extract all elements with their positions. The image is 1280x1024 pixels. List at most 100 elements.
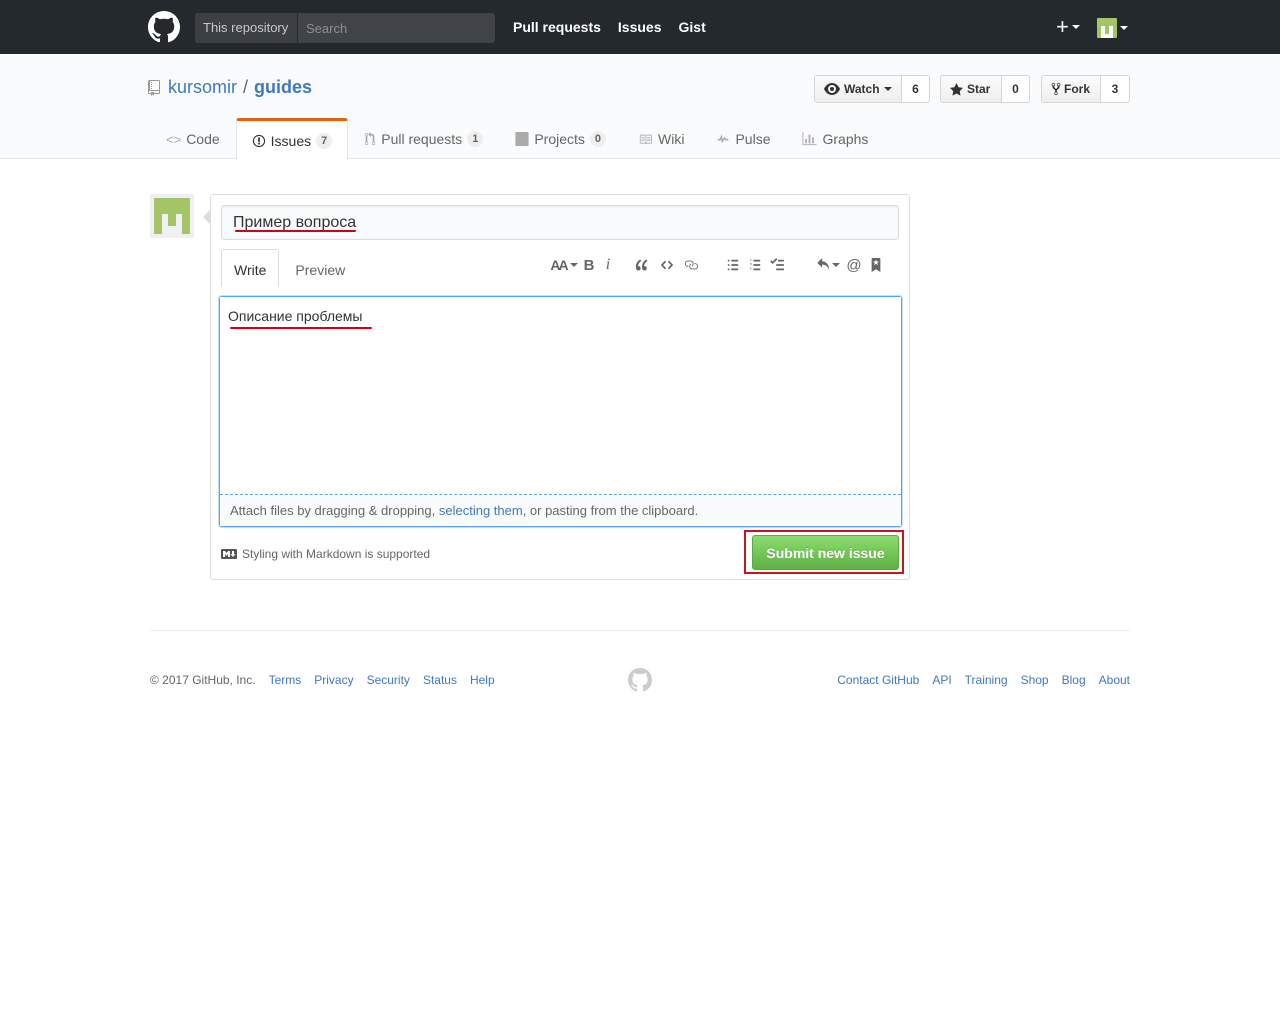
footer-link-shop[interactable]: Shop	[1021, 673, 1049, 687]
reply-button[interactable]	[813, 253, 843, 277]
plus-icon: +	[1056, 14, 1069, 39]
tab-pull-requests[interactable]: Pull requests 1	[348, 118, 499, 159]
tab-wiki[interactable]: Wiki	[622, 118, 700, 159]
nav-issues[interactable]: Issues	[618, 19, 662, 35]
footer-right: Contact GitHub API Training Shop Blog Ab…	[824, 673, 1130, 687]
repo-path-separator: /	[243, 77, 249, 97]
footer-link-privacy[interactable]: Privacy	[314, 673, 353, 687]
fork-count[interactable]: 3	[1101, 75, 1130, 103]
footer-link-training[interactable]: Training	[965, 673, 1008, 687]
footer-link-help[interactable]: Help	[470, 673, 495, 687]
projects-counter: 0	[589, 131, 607, 147]
submit-new-issue-button[interactable]: Submit new issue	[752, 535, 899, 570]
footer-link-about[interactable]: About	[1099, 673, 1130, 687]
watch-label: Watch	[844, 82, 880, 96]
body-editor: Описание проблемы Attach files by draggi…	[219, 296, 902, 527]
issue-title-input[interactable]	[221, 205, 899, 240]
caret-down-icon	[569, 263, 578, 267]
link-button[interactable]	[679, 253, 703, 277]
footer-link-contact[interactable]: Contact GitHub	[837, 673, 919, 687]
caret-down-icon	[883, 87, 892, 91]
fork-button[interactable]: Fork	[1041, 75, 1101, 103]
tab-projects[interactable]: Projects 0	[499, 118, 622, 159]
user-menu-dropdown[interactable]	[1097, 18, 1128, 38]
reply-icon	[817, 258, 830, 270]
watch-count[interactable]: 6	[902, 75, 930, 103]
new-issue-form: Write Preview AA B i	[203, 194, 910, 580]
bookmark-button[interactable]	[865, 253, 887, 277]
star-count[interactable]: 0	[1002, 75, 1030, 103]
watch-button[interactable]: Watch	[814, 75, 902, 103]
book-icon	[639, 134, 653, 144]
git-pull-request-icon	[365, 132, 376, 146]
caret-down-icon	[1071, 25, 1080, 29]
nav-gist[interactable]: Gist	[679, 19, 706, 35]
editor-tabs: Write Preview	[221, 249, 357, 287]
select-files-link[interactable]: selecting them	[439, 503, 523, 518]
eye-icon	[824, 83, 840, 95]
title-highlight-underline	[235, 230, 356, 232]
tab-code-label: Code	[186, 131, 220, 147]
search-scope-label: This repository	[195, 13, 298, 43]
repo-nav: <> Code Issues 7 Pull requests 1 Project…	[150, 118, 884, 160]
create-new-dropdown[interactable]: +	[1056, 16, 1080, 38]
footer-link-api[interactable]: API	[932, 673, 951, 687]
markdown-icon	[221, 549, 237, 559]
nav-pull-requests[interactable]: Pull requests	[513, 19, 601, 35]
tab-pulse[interactable]: Pulse	[700, 118, 786, 159]
bold-button[interactable]: B	[579, 253, 599, 277]
italic-button[interactable]: i	[599, 253, 617, 277]
tab-issues[interactable]: Issues 7	[235, 118, 349, 160]
footer-left: © 2017 GitHub, Inc. Terms Privacy Securi…	[150, 673, 508, 687]
bookmark-icon	[871, 258, 881, 272]
footer-divider	[150, 630, 1130, 631]
code-icon	[660, 260, 674, 270]
unordered-list-button[interactable]	[721, 253, 745, 277]
task-list-button[interactable]	[765, 253, 789, 277]
code-button[interactable]	[655, 253, 679, 277]
github-logo-icon[interactable]	[148, 11, 180, 43]
user-avatar[interactable]	[150, 194, 194, 238]
tab-issues-label: Issues	[270, 132, 312, 149]
text-size-button[interactable]: AA	[549, 253, 579, 277]
pulse-icon	[718, 134, 729, 144]
caret-down-icon	[1120, 26, 1128, 30]
text-size-icon: AA	[550, 257, 568, 273]
quote-button[interactable]	[629, 253, 655, 277]
site-header: This repository Pull requests Issues Gis…	[0, 0, 1280, 54]
markdown-help[interactable]: Styling with Markdown is supported	[221, 547, 430, 561]
header-nav: Pull requests Issues Gist	[513, 0, 723, 54]
tab-pulse-label: Pulse	[735, 131, 771, 147]
footer-link-blog[interactable]: Blog	[1062, 673, 1086, 687]
tab-graphs[interactable]: Graphs	[786, 118, 884, 159]
footer-link-security[interactable]: Security	[367, 673, 410, 687]
issue-opened-icon	[252, 134, 265, 147]
tab-preview[interactable]: Preview	[279, 249, 357, 287]
issues-counter: 7	[316, 132, 333, 149]
search-input[interactable]	[298, 13, 495, 43]
repo-icon	[148, 79, 160, 96]
github-mark-icon[interactable]	[628, 668, 652, 692]
tab-write[interactable]: Write	[221, 249, 280, 287]
list-ordered-icon	[749, 258, 760, 271]
body-highlight-underline	[230, 327, 372, 329]
ordered-list-button[interactable]	[745, 253, 765, 277]
italic-icon: i	[605, 256, 611, 273]
star-button[interactable]: Star	[940, 75, 1002, 103]
mention-icon: @	[846, 256, 862, 274]
markdown-toolbar: AA B i @	[549, 253, 887, 277]
mention-button[interactable]: @	[843, 253, 865, 277]
quote-icon	[635, 259, 648, 271]
search-box: This repository	[195, 13, 495, 43]
tab-pull-requests-label: Pull requests	[381, 131, 463, 147]
fork-icon	[1051, 82, 1061, 96]
tab-code[interactable]: <> Code	[150, 118, 236, 159]
link-icon	[684, 260, 698, 270]
fork-group: Fork 3	[1041, 75, 1130, 103]
star-icon	[950, 82, 963, 96]
footer-link-status[interactable]: Status	[423, 673, 457, 687]
repo-name-link[interactable]: guides	[254, 77, 312, 98]
file-drop-zone[interactable]: Attach files by dragging & dropping, sel…	[220, 496, 901, 526]
footer-link-terms[interactable]: Terms	[269, 673, 302, 687]
repo-owner-link[interactable]: kursomir	[168, 77, 237, 98]
